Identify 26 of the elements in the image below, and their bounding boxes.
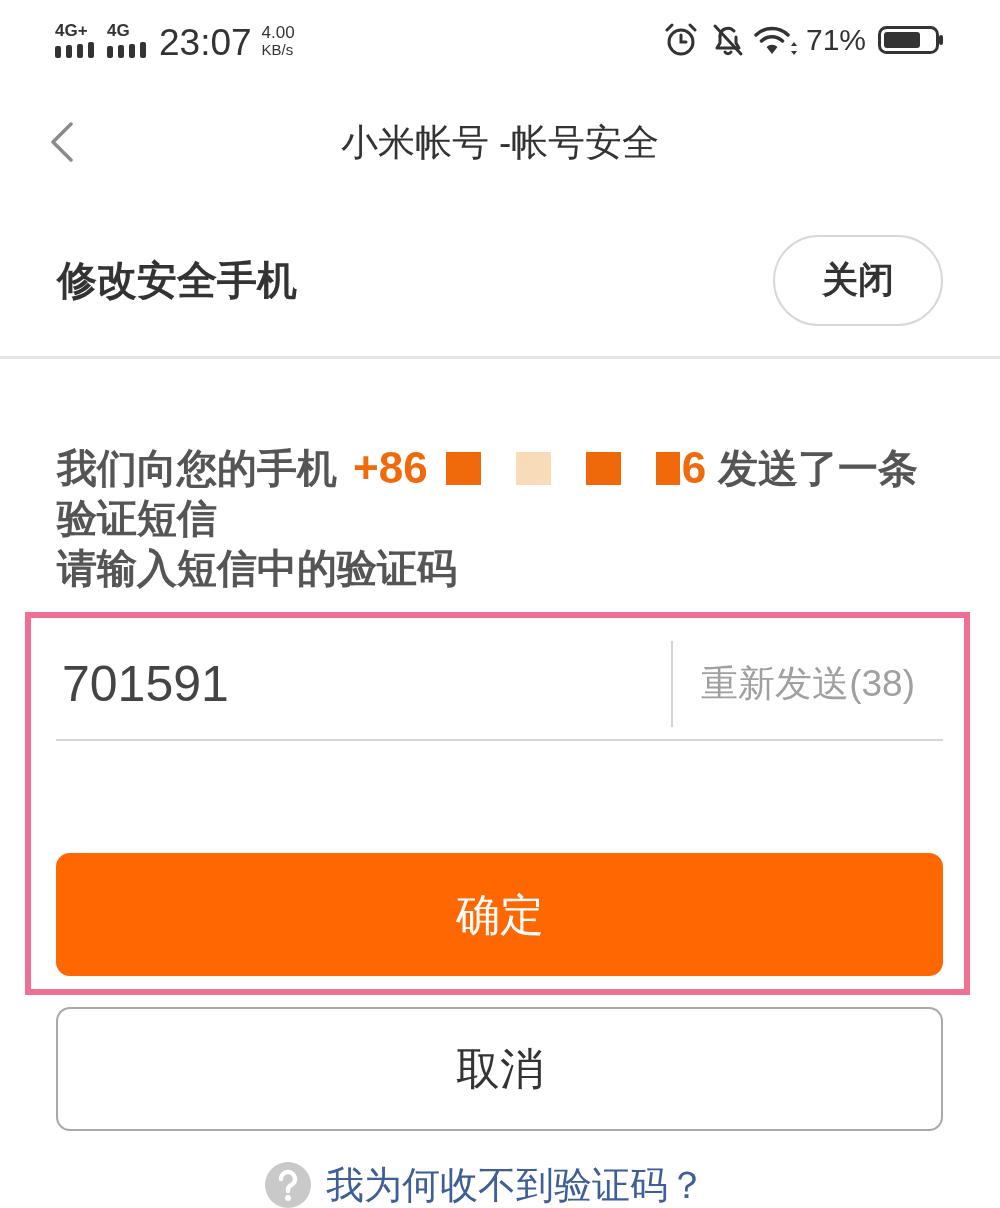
code-input-field[interactable]: 701591 — [56, 643, 672, 724]
battery-percentage: 71% — [805, 25, 866, 55]
phone-number-prefix: +86 — [353, 446, 428, 490]
wifi-icon — [753, 24, 798, 56]
back-button[interactable] — [50, 122, 74, 162]
back-chevron-icon — [50, 122, 74, 162]
network-type-label: 4G+ — [55, 22, 88, 40]
battery-icon — [878, 26, 944, 54]
clock-time: 23:07 — [159, 23, 252, 61]
network-speed-value: 4.00 — [261, 24, 295, 41]
close-button[interactable]: 关闭 — [773, 234, 943, 326]
signal-bars-icon — [55, 42, 95, 58]
bell-off-icon — [711, 23, 744, 57]
page-title: 小米帐号 -帐号安全 — [340, 123, 660, 161]
sms-notice-text: 发送了一条 — [718, 448, 919, 488]
phone-number-suffix: 6 — [681, 446, 707, 490]
network-type-label: 4G — [107, 22, 130, 40]
help-link[interactable]: 我为何收不到验证码？ — [264, 1162, 706, 1208]
network-speed-unit: KB/s — [261, 41, 295, 58]
sms-notice-text: 我们向您的手机 — [57, 448, 337, 488]
cancel-button[interactable]: 取消 — [56, 1007, 943, 1131]
signal-bars-icon — [107, 42, 147, 58]
instruction-text: 请输入短信中的验证码 — [57, 548, 457, 588]
sms-notice-text: 验证短信 — [57, 498, 217, 538]
alarm-clock-icon — [663, 23, 698, 57]
section-title: 修改安全手机 — [57, 260, 297, 300]
